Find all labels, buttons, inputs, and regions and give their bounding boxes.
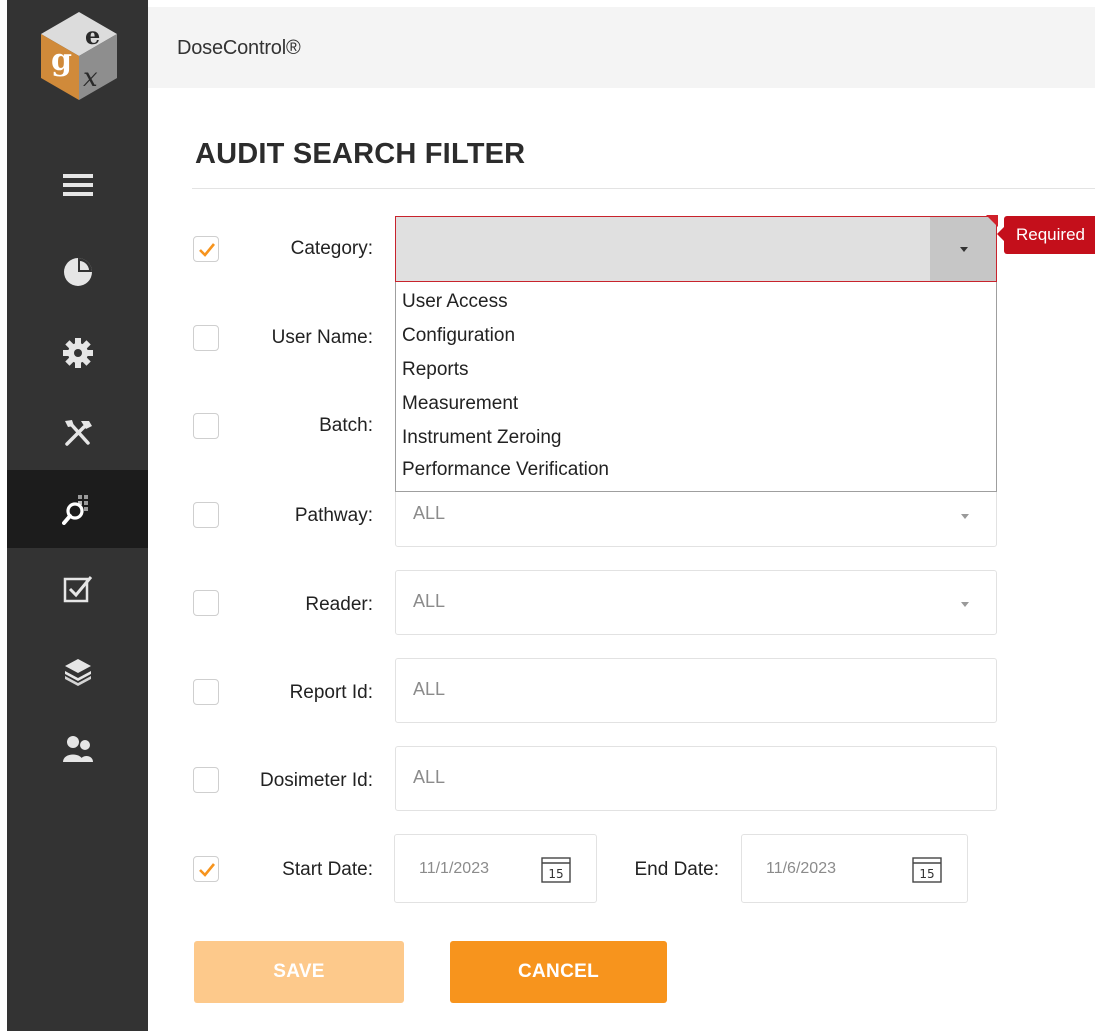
users-icon: [62, 736, 93, 762]
user-name-checkbox[interactable]: [193, 325, 219, 351]
sidebar-item-review[interactable]: [7, 550, 148, 628]
sidebar-item-tools[interactable]: [7, 394, 148, 472]
sidebar-item-menu[interactable]: [7, 146, 148, 224]
gear-icon: [62, 338, 93, 368]
reader-value: ALL: [413, 591, 446, 611]
dropdown-option-measurement[interactable]: Measurement: [402, 393, 518, 415]
required-tooltip: Required: [1004, 216, 1095, 254]
category-label: Category:: [290, 238, 373, 259]
pathway-label: Pathway:: [294, 505, 373, 526]
start-date-label: Start Date:: [282, 859, 373, 880]
save-button[interactable]: SAVE: [194, 941, 404, 1003]
dosimeter-id-value: ALL: [413, 767, 446, 787]
sidebar: g e x: [7, 0, 148, 1031]
dropdown-option-user-access[interactable]: User Access: [402, 291, 508, 313]
pathway-value: ALL: [413, 503, 446, 523]
cancel-button[interactable]: CANCEL: [450, 941, 667, 1003]
caret-down-icon: [960, 247, 968, 252]
batch-label: Batch:: [319, 415, 373, 436]
category-checkbox[interactable]: [193, 236, 219, 262]
tooltip-arrow: [997, 227, 1004, 241]
checkmark-icon: [199, 243, 215, 257]
calendar-icon[interactable]: 15: [541, 855, 571, 883]
calendar-icon[interactable]: 15: [912, 855, 942, 883]
dropdown-option-reports[interactable]: Reports: [402, 359, 469, 381]
start-date-value: 11/1/2023: [419, 860, 489, 877]
dropdown-option-performance-verification[interactable]: Performance Verification: [402, 459, 609, 481]
tools-icon: [64, 420, 92, 446]
pathway-checkbox[interactable]: [193, 502, 219, 528]
layers-icon: [64, 659, 91, 686]
reader-checkbox[interactable]: [193, 590, 219, 616]
svg-text:g: g: [51, 43, 72, 78]
sidebar-item-settings[interactable]: [7, 314, 148, 392]
gex-logo-icon[interactable]: g e x: [29, 4, 129, 104]
start-date-input[interactable]: 11/1/2023 15: [394, 834, 597, 903]
audit-search-icon: [61, 495, 88, 525]
category-select[interactable]: [395, 216, 997, 282]
pie-chart-icon: [63, 258, 92, 286]
sidebar-item-audit[interactable]: [7, 470, 148, 548]
dosimeter-id-label: Dosimeter Id:: [260, 770, 373, 791]
hamburger-menu-icon: [62, 174, 93, 196]
dosimeter-id-input[interactable]: ALL: [395, 746, 997, 811]
checkbox-icon: [63, 576, 92, 603]
report-id-checkbox[interactable]: [193, 679, 219, 705]
end-date-label: End Date:: [634, 859, 720, 880]
caret-down-icon: [961, 514, 969, 519]
calendar-day: 15: [548, 867, 563, 881]
svg-text:e: e: [85, 21, 100, 50]
dropdown-option-instrument-zeroing[interactable]: Instrument Zeroing: [402, 427, 561, 449]
app-title: DoseControl®: [177, 37, 301, 59]
sidebar-item-layers[interactable]: [7, 632, 148, 710]
report-id-label: Report Id:: [289, 682, 373, 703]
batch-checkbox[interactable]: [193, 413, 219, 439]
checkmark-icon: [199, 863, 215, 877]
sidebar-item-dashboard[interactable]: [7, 233, 148, 311]
reader-label: Reader:: [305, 594, 373, 615]
user-name-label: User Name:: [271, 327, 373, 348]
window-edge: [0, 0, 7, 1031]
page-title: AUDIT SEARCH FILTER: [195, 138, 526, 170]
error-indicator-icon: [986, 215, 998, 227]
svg-text:x: x: [83, 63, 98, 93]
report-id-value: ALL: [413, 679, 446, 699]
reader-select[interactable]: ALL: [395, 570, 997, 635]
calendar-day: 15: [919, 867, 934, 881]
sidebar-item-users[interactable]: [7, 710, 148, 788]
category-dropdown-list: User Access Configuration Reports Measur…: [395, 282, 997, 492]
end-date-input[interactable]: 11/6/2023 15: [741, 834, 968, 903]
end-date-value: 11/6/2023: [766, 860, 836, 877]
start-date-checkbox[interactable]: [193, 856, 219, 882]
caret-down-icon: [961, 602, 969, 607]
dosimeter-id-checkbox[interactable]: [193, 767, 219, 793]
report-id-input[interactable]: ALL: [395, 658, 997, 723]
top-bar: DoseControl®: [148, 7, 1095, 88]
dropdown-option-configuration[interactable]: Configuration: [402, 325, 515, 347]
title-divider: [192, 188, 1095, 189]
